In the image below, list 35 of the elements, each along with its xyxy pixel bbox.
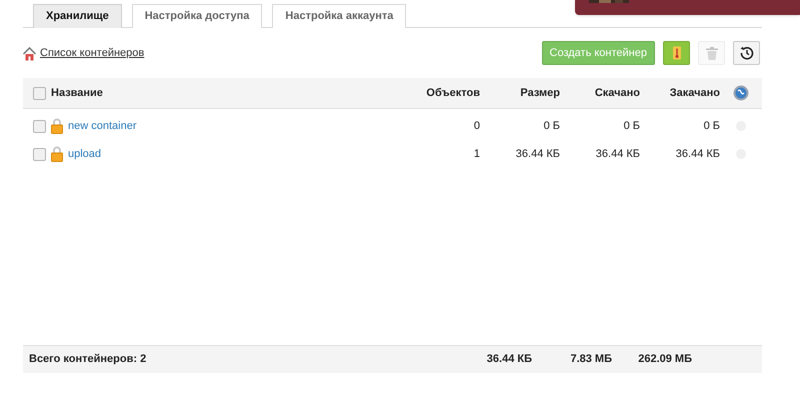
padlock-icon xyxy=(51,146,63,162)
total-uploaded: 262.09 МБ xyxy=(638,352,692,368)
container-list-link[interactable]: Список контейнеров xyxy=(40,44,144,62)
column-header: Скачано xyxy=(594,86,640,101)
column-header: Размер xyxy=(520,86,560,101)
checkbox[interactable] xyxy=(33,148,46,160)
tab[interactable]: Настройка аккаунта xyxy=(272,4,406,28)
total-size: 36.44 КБ xyxy=(486,352,532,368)
column-header: Закачано xyxy=(670,86,720,101)
tab[interactable]: Настройка доступа xyxy=(132,4,262,28)
padlock-icon xyxy=(51,118,63,134)
column-header: Название xyxy=(51,86,103,101)
globe-icon[interactable] xyxy=(733,85,749,101)
thermometer-icon xyxy=(672,46,682,60)
thermometer-button[interactable] xyxy=(663,41,690,65)
total-downloaded: 7.83 МБ xyxy=(570,352,612,368)
table-cell-text: 0 xyxy=(474,118,480,134)
table-cell-text: 0 Б xyxy=(624,118,640,134)
history-button[interactable] xyxy=(733,41,760,65)
total-label: Всего контейнеров: 2 xyxy=(28,352,148,368)
checkbox[interactable] xyxy=(33,86,46,100)
container-link[interactable]: upload xyxy=(68,146,102,162)
table-cell-text: 0 Б xyxy=(544,118,560,134)
table-cell-text: 36.44 КБ xyxy=(596,146,640,162)
table-cell-text: 36.44 КБ xyxy=(676,146,720,162)
house-icon xyxy=(23,47,36,62)
table-cell-text: 1 xyxy=(474,146,480,162)
checkbox[interactable] xyxy=(33,120,46,132)
tab[interactable]: Хранилище xyxy=(33,4,122,28)
container-link[interactable]: new container xyxy=(68,118,136,134)
table-cell-text: 0 Б xyxy=(704,118,720,134)
trash-icon xyxy=(706,46,718,60)
table-cell-text: 36.44 КБ xyxy=(516,146,560,162)
history-icon xyxy=(740,46,754,60)
column-header: Объектов xyxy=(426,86,480,101)
